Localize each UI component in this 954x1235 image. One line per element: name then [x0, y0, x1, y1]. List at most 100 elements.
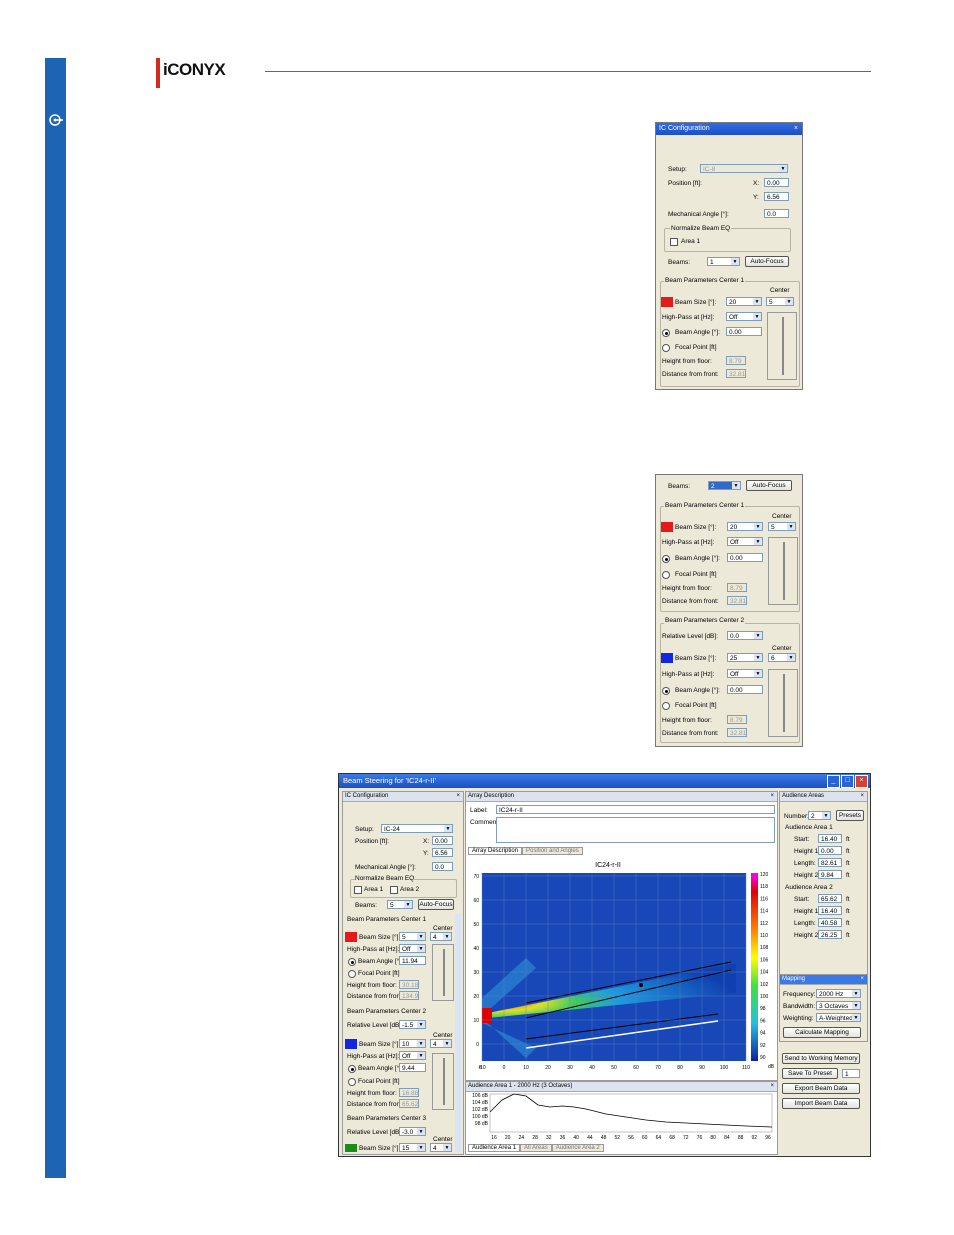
beam-size-select[interactable]: 5 — [399, 932, 426, 941]
x-input[interactable]: 0.00 — [432, 836, 453, 845]
beam-size-select[interactable]: 15 — [399, 1143, 426, 1152]
focal-point-radio[interactable] — [662, 571, 670, 579]
beam-angle-radio[interactable] — [662, 329, 670, 337]
length-input[interactable]: 40.58 — [818, 918, 842, 927]
highpass-select[interactable]: Off — [727, 537, 763, 546]
close-icon[interactable]: × — [770, 1082, 774, 1091]
center-select[interactable]: 6 — [768, 653, 796, 662]
distance-front-input[interactable]: 32.81 — [727, 596, 747, 605]
beam1-color-swatch[interactable] — [661, 522, 673, 532]
x-input[interactable]: 0.00 — [764, 178, 789, 187]
focal-point-radio[interactable] — [662, 702, 670, 710]
distance-front-input[interactable]: 65.62 — [399, 1099, 419, 1108]
weighting-select[interactable]: A-Weighted — [816, 1013, 861, 1022]
center-select[interactable]: 4 — [430, 1039, 452, 1048]
beam-size-select[interactable]: 20 — [727, 522, 763, 531]
auto-focus-button[interactable]: Auto-Focus — [418, 899, 454, 910]
close-icon[interactable]: × — [860, 792, 864, 801]
mech-angle-input[interactable]: 0.0 — [764, 209, 789, 218]
beam-size-select[interactable]: 20 — [726, 297, 762, 306]
beam-angle-radio[interactable] — [348, 958, 356, 966]
center-select[interactable]: 4 — [430, 1143, 452, 1152]
beam1-color-swatch[interactable] — [661, 297, 673, 307]
y-input[interactable]: 6.56 — [764, 192, 789, 201]
setup-select[interactable]: IC-24 — [381, 824, 453, 833]
area1-checkbox[interactable] — [354, 886, 362, 894]
frequency-select[interactable]: 2000 Hz — [816, 989, 861, 998]
beam2-color-swatch[interactable] — [661, 653, 673, 663]
import-beam-data-button[interactable]: Import Beam Data — [782, 1098, 860, 1109]
tab-position-angles[interactable]: Position and Angles — [522, 847, 583, 855]
y-input[interactable]: 6.56 — [432, 848, 453, 857]
tab-array-description[interactable]: Array Description — [468, 847, 523, 855]
relative-level-select[interactable]: -3.0 — [399, 1127, 426, 1136]
beams-select[interactable]: 5 — [387, 900, 413, 909]
minimize-icon[interactable]: _ — [827, 775, 840, 788]
height-floor-input[interactable]: 8.79 — [726, 356, 746, 365]
close-icon[interactable]: × — [456, 792, 460, 801]
distance-front-input[interactable]: 32.81 — [727, 728, 747, 737]
beam2-color-swatch[interactable] — [345, 1039, 357, 1049]
beams-select[interactable]: 1 — [707, 257, 740, 266]
beam3-color-swatch[interactable] — [345, 1144, 357, 1152]
length-input[interactable]: 82.61 — [818, 858, 842, 867]
beam-angle-radio[interactable] — [662, 555, 670, 563]
distance-front-input[interactable]: 32.81 — [726, 369, 746, 378]
save-to-preset-button[interactable]: Save To Preset — [782, 1068, 838, 1079]
height1-input[interactable]: 0.00 — [818, 846, 842, 855]
label-input[interactable]: IC24-r-II — [496, 805, 775, 814]
number-select[interactable]: 2 — [808, 811, 831, 820]
tab-audience-area-1[interactable]: Audience Area 1 — [468, 1144, 521, 1152]
highpass-select[interactable]: Off — [399, 1051, 426, 1060]
beam1-color-swatch[interactable] — [345, 932, 357, 942]
calculate-mapping-button[interactable]: Calculate Mapping — [783, 1027, 861, 1038]
beam-size-select[interactable]: 25 — [727, 653, 763, 662]
beam-angle-input[interactable]: 0.00 — [727, 685, 763, 694]
close-icon[interactable]: × — [860, 975, 864, 984]
height-floor-input[interactable]: 8.79 — [727, 715, 747, 724]
focal-point-radio[interactable] — [348, 1078, 356, 1086]
center-select[interactable]: 5 — [766, 297, 794, 306]
mech-angle-input[interactable]: 0.0 — [432, 862, 453, 871]
highpass-select[interactable]: Off — [399, 944, 426, 953]
bandwidth-select[interactable]: 3 Octaves — [816, 1001, 861, 1010]
center-select[interactable]: 4 — [430, 932, 452, 941]
area2-checkbox[interactable] — [390, 886, 398, 894]
close-icon[interactable]: × — [855, 775, 868, 788]
beam-size-select[interactable]: 10 — [399, 1039, 426, 1048]
height-floor-input[interactable]: 16.88 — [399, 1088, 419, 1097]
close-icon[interactable]: × — [770, 792, 774, 801]
auto-focus-button[interactable]: Auto-Focus — [746, 480, 792, 491]
center-slider[interactable] — [768, 669, 798, 737]
tab-audience-area-2[interactable]: Audience Area 2 — [551, 1144, 604, 1152]
center-slider[interactable] — [432, 944, 454, 1001]
scrollbar[interactable] — [455, 914, 461, 1152]
close-icon[interactable]: × — [794, 123, 798, 135]
highpass-select[interactable]: Off — [726, 312, 762, 321]
center-slider[interactable] — [432, 1053, 454, 1110]
center-slider[interactable] — [768, 537, 798, 605]
start-input[interactable]: 65.62 — [818, 894, 842, 903]
height-floor-input[interactable]: 30.18 — [399, 980, 419, 989]
beam-angle-radio[interactable] — [662, 687, 670, 695]
height1-input[interactable]: 16.40 — [818, 906, 842, 915]
comments-input[interactable] — [496, 817, 775, 843]
height2-input[interactable]: 9.84 — [818, 870, 842, 879]
beam-angle-input[interactable]: 0.00 — [727, 553, 763, 562]
focal-point-radio[interactable] — [662, 344, 670, 352]
focal-point-radio[interactable] — [348, 970, 356, 978]
presets-button[interactable]: Presets — [836, 810, 864, 821]
beams-select[interactable]: 2 — [708, 481, 741, 490]
start-input[interactable]: 16.40 — [818, 834, 842, 843]
center-select[interactable]: 5 — [768, 522, 796, 531]
tab-all-areas[interactable]: All Areas — [520, 1144, 552, 1152]
setup-select[interactable]: IC-8 — [700, 164, 788, 173]
beam-angle-input[interactable]: 0.00 — [726, 327, 762, 336]
highpass-select[interactable]: Off — [727, 669, 763, 678]
auto-focus-button[interactable]: Auto-Focus — [745, 256, 789, 267]
relative-level-select[interactable]: -1.5 — [399, 1020, 426, 1029]
center-slider[interactable] — [767, 312, 797, 380]
distance-front-input[interactable]: 134.99 — [399, 991, 419, 1000]
beam-angle-input[interactable]: 11.94 — [399, 956, 426, 965]
maximize-icon[interactable]: □ — [841, 775, 854, 788]
